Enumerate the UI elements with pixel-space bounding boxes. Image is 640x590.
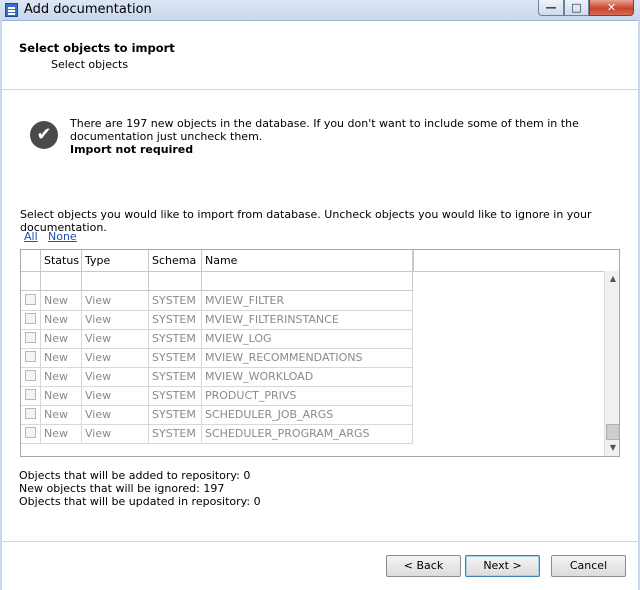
row-checkbox[interactable] bbox=[25, 370, 36, 381]
import-status: Import not required bbox=[70, 143, 194, 156]
check-circle-icon: ✔ bbox=[30, 121, 58, 149]
table-header-filler bbox=[413, 250, 604, 272]
row-name: MVIEW_WORKLOAD bbox=[202, 367, 413, 386]
row-name: MVIEW_FILTER bbox=[202, 291, 413, 310]
row-type: View bbox=[82, 291, 149, 310]
filter-cell[interactable] bbox=[202, 272, 413, 290]
column-header-schema[interactable]: Schema bbox=[149, 250, 202, 271]
table-row[interactable]: New View SYSTEM MVIEW_FILTERINSTANCE bbox=[21, 310, 413, 330]
table-row[interactable]: New View SYSTEM MVIEW_WORKLOAD bbox=[21, 367, 413, 387]
objects-table: Status Type Schema Name New View SYSTEM … bbox=[20, 249, 620, 457]
vertical-scrollbar[interactable]: ▲ ▼ bbox=[604, 271, 619, 456]
row-checkbox[interactable] bbox=[25, 332, 36, 343]
table-row[interactable]: New View SYSTEM MVIEW_LOG bbox=[21, 329, 413, 349]
row-schema: SYSTEM bbox=[149, 348, 202, 367]
instruction-text: Select objects you would like to import … bbox=[20, 208, 592, 234]
minimize-button[interactable]: — bbox=[538, 0, 564, 16]
row-check-cell bbox=[21, 367, 41, 386]
column-header-status[interactable]: Status bbox=[41, 250, 82, 271]
row-name: MVIEW_FILTERINSTANCE bbox=[202, 310, 413, 329]
stat-ignored: New objects that will be ignored: 197 bbox=[19, 482, 225, 495]
select-none-link[interactable]: None bbox=[48, 230, 77, 243]
table-row[interactable]: New View SYSTEM SCHEDULER_JOB_ARGS bbox=[21, 405, 413, 425]
wizard-header bbox=[2, 21, 638, 90]
row-schema: SYSTEM bbox=[149, 405, 202, 424]
row-schema: SYSTEM bbox=[149, 329, 202, 348]
row-type: View bbox=[82, 348, 149, 367]
cancel-button[interactable]: Cancel bbox=[551, 555, 626, 577]
row-check-cell bbox=[21, 291, 41, 310]
stat-updated: Objects that will be updated in reposito… bbox=[19, 495, 261, 508]
scroll-up-icon[interactable]: ▲ bbox=[605, 274, 619, 283]
row-name: SCHEDULER_PROGRAM_ARGS bbox=[202, 424, 413, 443]
maximize-button[interactable]: □ bbox=[564, 0, 589, 16]
row-check-cell bbox=[21, 348, 41, 367]
scroll-down-icon[interactable]: ▼ bbox=[605, 443, 619, 452]
app-icon bbox=[5, 3, 18, 17]
row-status: New bbox=[41, 386, 82, 405]
row-status: New bbox=[41, 291, 82, 310]
row-check-cell bbox=[21, 405, 41, 424]
table-row[interactable]: New View SYSTEM PRODUCT_PRIVS bbox=[21, 386, 413, 406]
filter-cell[interactable] bbox=[149, 272, 202, 290]
page-title: Select objects to import bbox=[19, 41, 175, 55]
next-button[interactable]: Next > bbox=[465, 555, 540, 577]
row-checkbox[interactable] bbox=[25, 389, 36, 400]
row-type: View bbox=[82, 386, 149, 405]
table-row[interactable]: New View SYSTEM SCHEDULER_PROGRAM_ARGS bbox=[21, 424, 413, 444]
close-button[interactable]: ✕ bbox=[589, 0, 634, 16]
scroll-thumb[interactable] bbox=[606, 424, 619, 440]
select-all-link[interactable]: All bbox=[24, 230, 38, 243]
row-check-cell bbox=[21, 424, 41, 443]
row-schema: SYSTEM bbox=[149, 291, 202, 310]
row-check-cell bbox=[21, 329, 41, 348]
row-check-cell bbox=[21, 310, 41, 329]
row-status: New bbox=[41, 348, 82, 367]
row-checkbox[interactable] bbox=[25, 427, 36, 438]
column-header-check[interactable] bbox=[21, 250, 41, 271]
table-row[interactable]: New View SYSTEM MVIEW_FILTER bbox=[21, 291, 413, 311]
stat-added: Objects that will be added to repository… bbox=[19, 469, 251, 482]
row-schema: SYSTEM bbox=[149, 310, 202, 329]
footer-divider bbox=[2, 541, 638, 542]
row-type: View bbox=[82, 405, 149, 424]
row-status: New bbox=[41, 424, 82, 443]
window-title: Add documentation bbox=[24, 2, 152, 17]
row-status: New bbox=[41, 329, 82, 348]
minimize-icon: — bbox=[545, 1, 557, 14]
filter-cell[interactable] bbox=[41, 272, 82, 290]
row-name: SCHEDULER_JOB_ARGS bbox=[202, 405, 413, 424]
title-bar: Add documentation — □ ✕ bbox=[0, 0, 640, 21]
column-header-type[interactable]: Type bbox=[82, 250, 149, 271]
row-checkbox[interactable] bbox=[25, 313, 36, 324]
table-header: Status Type Schema Name bbox=[21, 250, 413, 272]
row-checkbox[interactable] bbox=[25, 408, 36, 419]
page-subtitle: Select objects bbox=[51, 58, 129, 71]
row-schema: SYSTEM bbox=[149, 424, 202, 443]
filter-row bbox=[21, 272, 413, 291]
row-name: MVIEW_LOG bbox=[202, 329, 413, 348]
row-status: New bbox=[41, 405, 82, 424]
row-type: View bbox=[82, 367, 149, 386]
filter-cell[interactable] bbox=[21, 272, 41, 290]
filter-cell[interactable] bbox=[82, 272, 149, 290]
row-type: View bbox=[82, 424, 149, 443]
table-row[interactable]: New View SYSTEM MVIEW_RECOMMENDATIONS bbox=[21, 348, 413, 368]
row-status: New bbox=[41, 367, 82, 386]
row-type: View bbox=[82, 310, 149, 329]
row-schema: SYSTEM bbox=[149, 367, 202, 386]
row-status: New bbox=[41, 310, 82, 329]
row-check-cell bbox=[21, 386, 41, 405]
row-checkbox[interactable] bbox=[25, 294, 36, 305]
close-icon: ✕ bbox=[606, 1, 617, 14]
row-schema: SYSTEM bbox=[149, 386, 202, 405]
maximize-icon: □ bbox=[571, 1, 582, 14]
row-name: MVIEW_RECOMMENDATIONS bbox=[202, 348, 413, 367]
column-header-name[interactable]: Name bbox=[202, 250, 413, 271]
info-message: There are 197 new objects in the databas… bbox=[70, 117, 579, 143]
row-name: PRODUCT_PRIVS bbox=[202, 386, 413, 405]
back-button[interactable]: < Back bbox=[386, 555, 461, 577]
row-checkbox[interactable] bbox=[25, 351, 36, 362]
row-type: View bbox=[82, 329, 149, 348]
